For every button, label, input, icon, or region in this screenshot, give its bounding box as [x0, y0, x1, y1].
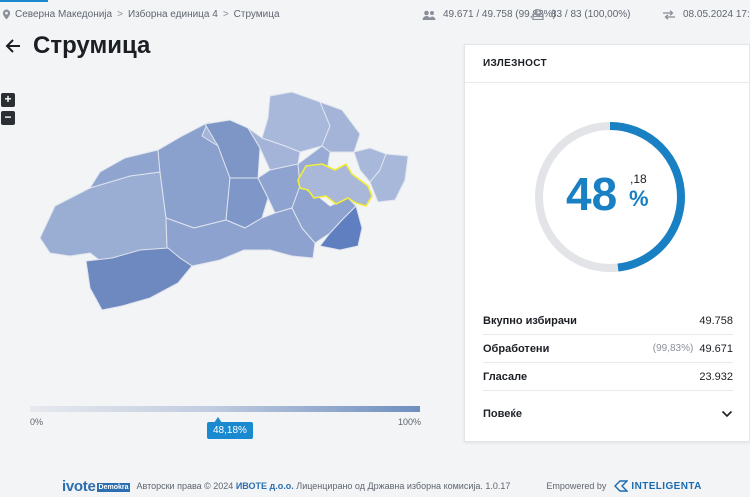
- stations-stat-value: 83 / 83 (100,00%): [551, 9, 631, 20]
- row-value: 49.758: [699, 314, 733, 327]
- inteligenta-wordmark: INTELIGENTA: [631, 480, 702, 492]
- legend-value-tag: 48,18%: [207, 422, 253, 439]
- row-label: Гласале: [483, 370, 528, 383]
- page-title: Струмица: [33, 32, 151, 59]
- row-total-voters: Вкупно избирачи 49.758: [483, 307, 733, 335]
- footer: ivote Demokra Авторски права © 2024 ИВОТ…: [62, 476, 750, 496]
- map-pin-icon: [2, 9, 11, 20]
- inteligenta-logo: INTELIGENTA: [614, 480, 701, 492]
- timestamp-stat: 08.05.2024 17:40: [662, 9, 750, 20]
- stations-stat: 83 / 83 (100,00%): [532, 9, 631, 20]
- municipality-map[interactable]: [30, 88, 430, 328]
- row-value: 23.932: [699, 370, 733, 383]
- gauge-label: 48 ,18 %: [530, 117, 690, 277]
- more-button[interactable]: Повеќе: [483, 405, 733, 423]
- row-processed: Обработени (99,83%) 49.671: [483, 335, 733, 363]
- breadcrumb: Северна Македонија > Изборна единица 4 >…: [2, 9, 280, 20]
- copyright-suffix: Лиценцирано од Државна изборна комисија.…: [296, 481, 511, 491]
- chevron-down-icon: [721, 410, 733, 418]
- arrow-left-icon[interactable]: [3, 36, 23, 56]
- breadcrumb-item-municipality: Струмица: [233, 9, 280, 20]
- turnout-integer: 48: [566, 168, 618, 220]
- people-icon: [422, 10, 436, 20]
- turnout-decimal: ,18: [630, 172, 647, 186]
- turnout-percent-sign: %: [629, 186, 649, 211]
- legend-gradient-bar: [30, 406, 420, 412]
- row-sub-value: (99,83%): [652, 343, 694, 354]
- demokra-badge: Demokra: [96, 483, 131, 492]
- copyright-prefix: Авторски права © 2024: [136, 481, 234, 491]
- zoom-out-button[interactable]: −: [1, 111, 15, 125]
- ballot-box-icon: [532, 9, 544, 20]
- row-label: Обработени: [483, 342, 550, 355]
- zoom-in-button[interactable]: +: [1, 93, 15, 107]
- breadcrumb-item-unit[interactable]: Изборна единица 4: [128, 9, 218, 20]
- legend-min-label: 0%: [30, 417, 44, 427]
- row-value: 49.671: [699, 342, 733, 355]
- panel-title: ИЗЛЕЗНОСТ: [465, 45, 749, 83]
- breadcrumb-separator: >: [117, 9, 123, 20]
- sync-arrows-icon: [663, 9, 675, 20]
- row-voted: Гласале 23.932: [483, 363, 733, 391]
- more-label: Повеќе: [483, 408, 522, 420]
- top-bar: Северна Македонија > Изборна единица 4 >…: [0, 0, 750, 30]
- title-row: Струмица: [3, 32, 150, 60]
- copyright-company: ИВОТЕ д.о.о.: [235, 481, 294, 491]
- copyright-text: Авторски права © 2024 ИВОТЕ д.о.о. Лицен…: [136, 481, 510, 491]
- inteligenta-mark-icon: [614, 480, 629, 492]
- ivote-logo: ivote: [62, 477, 96, 495]
- legend-max-label: 100%: [398, 417, 422, 427]
- breadcrumb-item-country[interactable]: Северна Македонија: [15, 9, 112, 20]
- turnout-panel: ИЗЛЕЗНОСТ 48 ,18 % Вкупно избирачи 49.75…: [464, 44, 750, 442]
- timestamp-value: 08.05.2024 17:40: [683, 9, 750, 20]
- breadcrumb-separator: >: [222, 9, 229, 20]
- empowered-by-text: Empowered by: [546, 481, 607, 491]
- row-label: Вкупно избирачи: [483, 314, 577, 327]
